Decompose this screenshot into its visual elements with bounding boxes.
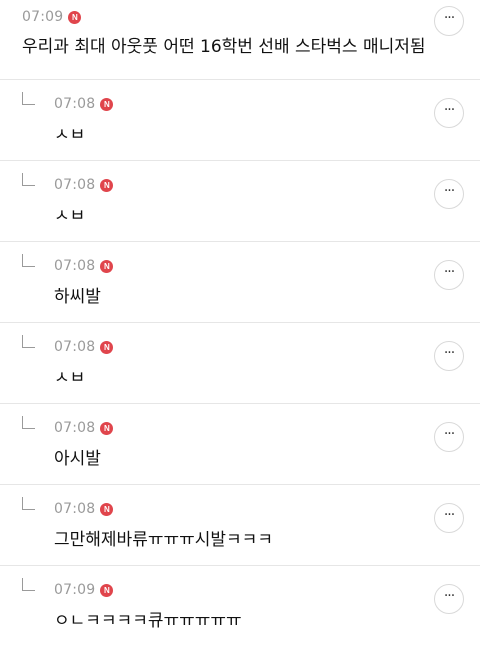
reply-text: 그만해제바류ㅠㅠㅠ시발ㅋㅋㅋ [54, 530, 273, 550]
more-options-button[interactable]: ··· [434, 341, 464, 371]
reply-meta: 07:08 N [54, 420, 114, 436]
reply-text: 아시발 [54, 449, 101, 469]
reply-item: 07:08 N ㅅㅂ ··· [0, 161, 480, 242]
reply-meta: 07:08 N [54, 339, 114, 355]
more-options-button[interactable]: ··· [434, 422, 464, 452]
more-options-button[interactable]: ··· [434, 260, 464, 290]
reply-time: 07:08 [54, 339, 96, 355]
reply-item: 07:08 N 하씨발 ··· [0, 242, 480, 323]
new-badge-icon: N [100, 178, 114, 192]
reply-arrow-icon [22, 254, 35, 267]
reply-item: 07:09 N ㅇㄴㅋㅋㅋㅋ큐ㅠㅠㅠㅠㅠ ··· [0, 566, 480, 647]
reply-time: 07:08 [54, 420, 96, 436]
more-options-button[interactable]: ··· [434, 503, 464, 533]
reply-arrow-icon [22, 335, 35, 348]
new-badge-icon: N [100, 583, 114, 597]
reply-time: 07:08 [54, 501, 96, 517]
reply-text: ㅅㅂ [54, 125, 86, 145]
more-options-button[interactable]: ··· [434, 584, 464, 614]
new-badge-icon: N [100, 259, 114, 273]
comment-text: 우리과 최대 아웃풋 어떤 16학번 선배 스타벅스 매니저됨 [22, 37, 426, 57]
reply-text: ㅇㄴㅋㅋㅋㅋ큐ㅠㅠㅠㅠㅠ [54, 611, 242, 631]
reply-arrow-icon [22, 497, 35, 510]
reply-meta: 07:08 N [54, 96, 114, 112]
new-badge-icon: N [100, 97, 114, 111]
reply-arrow-icon [22, 416, 35, 429]
reply-text: ㅅㅂ [54, 206, 86, 226]
reply-text: ㅅㅂ [54, 368, 86, 388]
reply-arrow-icon [22, 578, 35, 591]
reply-meta: 07:08 N [54, 177, 114, 193]
comment-item: 07:09 N 우리과 최대 아웃풋 어떤 16학번 선배 스타벅스 매니저됨 … [0, 0, 480, 80]
more-options-button[interactable]: ··· [434, 98, 464, 128]
reply-meta: 07:08 N [54, 258, 114, 274]
comment-meta: 07:09 N [22, 9, 82, 25]
reply-item: 07:08 N ㅅㅂ ··· [0, 80, 480, 161]
more-options-button[interactable]: ··· [434, 179, 464, 209]
new-badge-icon: N [68, 10, 82, 24]
reply-arrow-icon [22, 92, 35, 105]
reply-time: 07:08 [54, 258, 96, 274]
reply-time: 07:08 [54, 177, 96, 193]
reply-time: 07:08 [54, 96, 96, 112]
new-badge-icon: N [100, 340, 114, 354]
comment-time: 07:09 [22, 9, 64, 25]
reply-meta: 07:08 N [54, 501, 114, 517]
reply-time: 07:09 [54, 582, 96, 598]
reply-item: 07:08 N 아시발 ··· [0, 404, 480, 485]
reply-text: 하씨발 [54, 287, 101, 307]
new-badge-icon: N [100, 421, 114, 435]
reply-meta: 07:09 N [54, 582, 114, 598]
comment-thread: 07:09 N 우리과 최대 아웃풋 어떤 16학번 선배 스타벅스 매니저됨 … [0, 0, 480, 647]
reply-item: 07:08 N 그만해제바류ㅠㅠㅠ시발ㅋㅋㅋ ··· [0, 485, 480, 566]
reply-item: 07:08 N ㅅㅂ ··· [0, 323, 480, 404]
reply-arrow-icon [22, 173, 35, 186]
more-options-button[interactable]: ··· [434, 6, 464, 36]
new-badge-icon: N [100, 502, 114, 516]
